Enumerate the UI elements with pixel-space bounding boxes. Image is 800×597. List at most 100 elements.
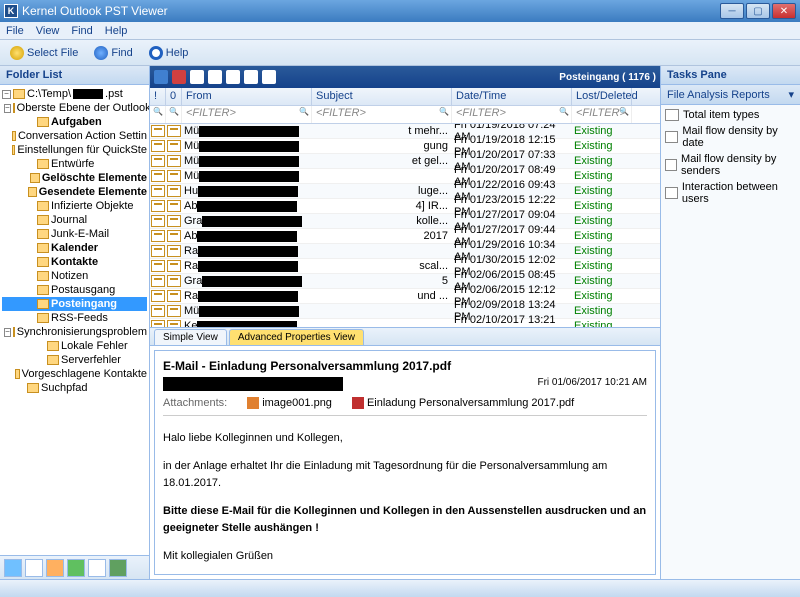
mail-icon: [151, 125, 165, 137]
menu-file[interactable]: File: [6, 25, 24, 37]
stop-icon[interactable]: [172, 70, 186, 84]
tree-item[interactable]: Postausgang: [2, 283, 147, 297]
task-item[interactable]: Total item types: [663, 107, 798, 123]
tree-item[interactable]: Kalender: [2, 241, 147, 255]
grid-rows[interactable]: Müt mehr...Fri 01/19/2018 07:24 AMExisti…: [150, 124, 660, 328]
table-row[interactable]: MüFri 01/20/2017 08:49 AMExisting: [150, 169, 660, 184]
task-item[interactable]: Mail flow density by senders: [663, 151, 798, 179]
col-datetime[interactable]: Date/Time: [452, 88, 572, 105]
col-icon2[interactable]: 0: [166, 88, 182, 105]
filter-status[interactable]: <FILTER>: [572, 106, 632, 123]
table-row[interactable]: Müt mehr...Fri 01/19/2018 07:24 AMExisti…: [150, 124, 660, 139]
table-row[interactable]: Rascal...Fri 01/30/2015 12:02 PMExisting: [150, 259, 660, 274]
folder-pane: Folder List −C:\Temp\.pst −Oberste Ebene…: [0, 66, 150, 579]
tree-item[interactable]: Suchpfad: [2, 381, 147, 395]
table-row[interactable]: KeFri 02/10/2017 13:21 PMExisting: [150, 319, 660, 328]
mail-icon: [151, 200, 165, 212]
view-btn-6[interactable]: [109, 559, 127, 577]
tree-item[interactable]: Junk-E-Mail: [2, 227, 147, 241]
view-btn-3[interactable]: [46, 559, 64, 577]
tree-root[interactable]: −C:\Temp\.pst: [2, 87, 147, 101]
chevron-down-icon: ▾: [788, 88, 794, 101]
preview-from: [163, 377, 343, 391]
tree-item[interactable]: Journal: [2, 213, 147, 227]
select-file-button[interactable]: Select File: [6, 44, 82, 62]
menu-view[interactable]: View: [36, 25, 60, 37]
table-row[interactable]: Ab4] IR...Fri 01/23/2015 12:22 PMExistin…: [150, 199, 660, 214]
table-row[interactable]: MügungFri 01/19/2018 12:15 PMExisting: [150, 139, 660, 154]
view-btn-2[interactable]: [25, 559, 43, 577]
filter-subject[interactable]: <FILTER>: [312, 106, 452, 123]
tree-item[interactable]: Infizierte Objekte: [2, 199, 147, 213]
report-icon: [665, 187, 678, 199]
find-icon: [94, 46, 108, 60]
tasks-section[interactable]: File Analysis Reports▾: [661, 85, 800, 105]
col-lostdeleted[interactable]: Lost/Deleted: [572, 88, 632, 105]
col-subject[interactable]: Subject: [312, 88, 452, 105]
table-row[interactable]: Müet gel...Fri 01/20/2017 07:33 AMExisti…: [150, 154, 660, 169]
tree-item[interactable]: Gesendete Elemente: [2, 185, 147, 199]
view-btn-4[interactable]: [67, 559, 85, 577]
mail-icon: [151, 245, 165, 257]
help-button[interactable]: Help: [145, 44, 193, 62]
menu-help[interactable]: Help: [105, 25, 128, 37]
folder-tree[interactable]: −C:\Temp\.pst −Oberste Ebene der Outlook…: [0, 85, 149, 555]
tree-item[interactable]: −Synchronisierungsproblem: [2, 325, 147, 339]
mail-icon: [151, 215, 165, 227]
task-item[interactable]: Mail flow density by date: [663, 123, 798, 151]
table-row[interactable]: Gra5Fri 02/06/2015 08:45 AMExisting: [150, 274, 660, 289]
folder-pane-header: Folder List: [0, 66, 149, 85]
attachment-item[interactable]: image001.png: [247, 397, 332, 409]
tree-item[interactable]: Vorgeschlagene Kontakte: [2, 367, 147, 381]
tree-item[interactable]: Notizen: [2, 269, 147, 283]
close-button[interactable]: ✕: [772, 3, 796, 19]
tree-item[interactable]: Kontakte: [2, 255, 147, 269]
view-btn-5[interactable]: [88, 559, 106, 577]
tool-icon-4[interactable]: [244, 70, 258, 84]
refresh-icon[interactable]: [154, 70, 168, 84]
tree-top[interactable]: −Oberste Ebene der Outlook-D: [2, 101, 147, 115]
preview-title: E-Mail - Einladung Personalversammlung 2…: [163, 359, 647, 373]
tool-icon-2[interactable]: [208, 70, 222, 84]
table-row[interactable]: Huluge...Fri 01/22/2016 09:43 AMExisting: [150, 184, 660, 199]
table-row[interactable]: Grakolle...Fri 01/27/2017 09:04 AMExisti…: [150, 214, 660, 229]
tool-icon-5[interactable]: [262, 70, 276, 84]
filter-from[interactable]: <FILTER>: [182, 106, 312, 123]
report-icon: [665, 131, 678, 143]
table-row[interactable]: RaFri 01/29/2016 10:34 AMExisting: [150, 244, 660, 259]
view-btn-1[interactable]: [4, 559, 22, 577]
col-icon1[interactable]: !: [150, 88, 166, 105]
filter-date[interactable]: <FILTER>: [452, 106, 572, 123]
tool-icon-3[interactable]: [226, 70, 240, 84]
find-button[interactable]: Find: [90, 44, 136, 62]
tool-icon-1[interactable]: [190, 70, 204, 84]
attach-icon: [167, 185, 181, 197]
table-row[interactable]: Ab2017Fri 01/27/2017 09:44 AMExisting: [150, 229, 660, 244]
preview-pane: E-Mail - Einladung Personalversammlung 2…: [154, 350, 656, 575]
table-row[interactable]: MüFri 02/09/2018 13:24 PMExisting: [150, 304, 660, 319]
minimize-button[interactable]: ─: [720, 3, 744, 19]
tree-item[interactable]: Posteingang: [2, 297, 147, 311]
tab-advanced[interactable]: Advanced Properties View: [229, 329, 364, 345]
tree-item[interactable]: Gelöschte Elemente: [2, 171, 147, 185]
table-row[interactable]: Raund ...Fri 02/06/2015 12:12 PMExisting: [150, 289, 660, 304]
attach-icon: [167, 260, 181, 272]
preview-date: Fri 01/06/2017 10:21 AM: [537, 377, 647, 388]
mail-icon: [151, 170, 165, 182]
tree-item[interactable]: Entwürfe: [2, 157, 147, 171]
tree-item[interactable]: Einstellungen für QuickSte: [2, 143, 147, 157]
preview-attachments: Attachments: image001.png Einladung Pers…: [163, 397, 647, 409]
tab-simple[interactable]: Simple View: [154, 329, 227, 345]
tree-item[interactable]: Aufgaben: [2, 115, 147, 129]
menu-find[interactable]: Find: [71, 25, 92, 37]
report-icon: [665, 159, 677, 171]
tree-item[interactable]: Conversation Action Settin: [2, 129, 147, 143]
tree-item[interactable]: Serverfehler: [2, 353, 147, 367]
tree-item[interactable]: RSS-Feeds: [2, 311, 147, 325]
attachment-item[interactable]: Einladung Personalversammlung 2017.pdf: [352, 397, 574, 409]
col-from[interactable]: From: [182, 88, 312, 105]
tree-item[interactable]: Lokale Fehler: [2, 339, 147, 353]
task-item[interactable]: Interaction between users: [663, 179, 798, 207]
maximize-button[interactable]: ▢: [746, 3, 770, 19]
titlebar: K Kernel Outlook PST Viewer ─ ▢ ✕: [0, 0, 800, 22]
